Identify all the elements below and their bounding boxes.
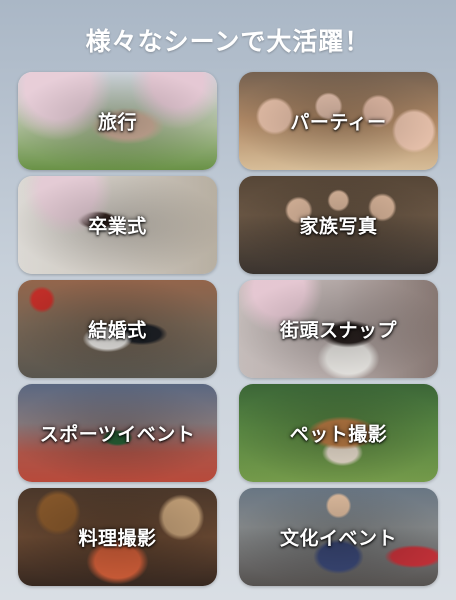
scene-card-pet[interactable]: ペット撮影 — [239, 384, 438, 482]
scene-card-wedding[interactable]: 結婚式 — [18, 280, 217, 378]
scene-card-sports-event[interactable]: スポーツイベント — [18, 384, 217, 482]
scene-grid: 旅行 パーティー 卒業式 家族写真 結婚式 街頭スナップ スポーツイベント ペッ… — [18, 72, 438, 586]
scene-card-label: 卒業式 — [88, 215, 147, 238]
scene-card-party[interactable]: パーティー — [239, 72, 438, 170]
scene-card-street-snap[interactable]: 街頭スナップ — [239, 280, 438, 378]
scene-card-food[interactable]: 料理撮影 — [18, 488, 217, 586]
scene-card-culture-event[interactable]: 文化イベント — [239, 488, 438, 586]
scene-card-label: スポーツイベント — [39, 423, 196, 446]
scene-card-label: 旅行 — [97, 111, 137, 134]
page-title: 様々なシーンで大活躍！ — [85, 27, 371, 56]
scene-card-label: 家族写真 — [299, 215, 378, 238]
scene-card-label: ペット撮影 — [289, 423, 388, 446]
scene-card-label: 結婚式 — [88, 319, 147, 342]
scene-card-family[interactable]: 家族写真 — [239, 176, 438, 274]
scene-card-label: パーティー — [290, 111, 387, 134]
scene-card-travel[interactable]: 旅行 — [18, 72, 217, 170]
scene-card-label: 街頭スナップ — [279, 319, 397, 342]
scene-card-label: 文化イベント — [279, 527, 397, 550]
scene-card-graduation[interactable]: 卒業式 — [18, 176, 217, 274]
scene-card-label: 料理撮影 — [78, 527, 157, 550]
